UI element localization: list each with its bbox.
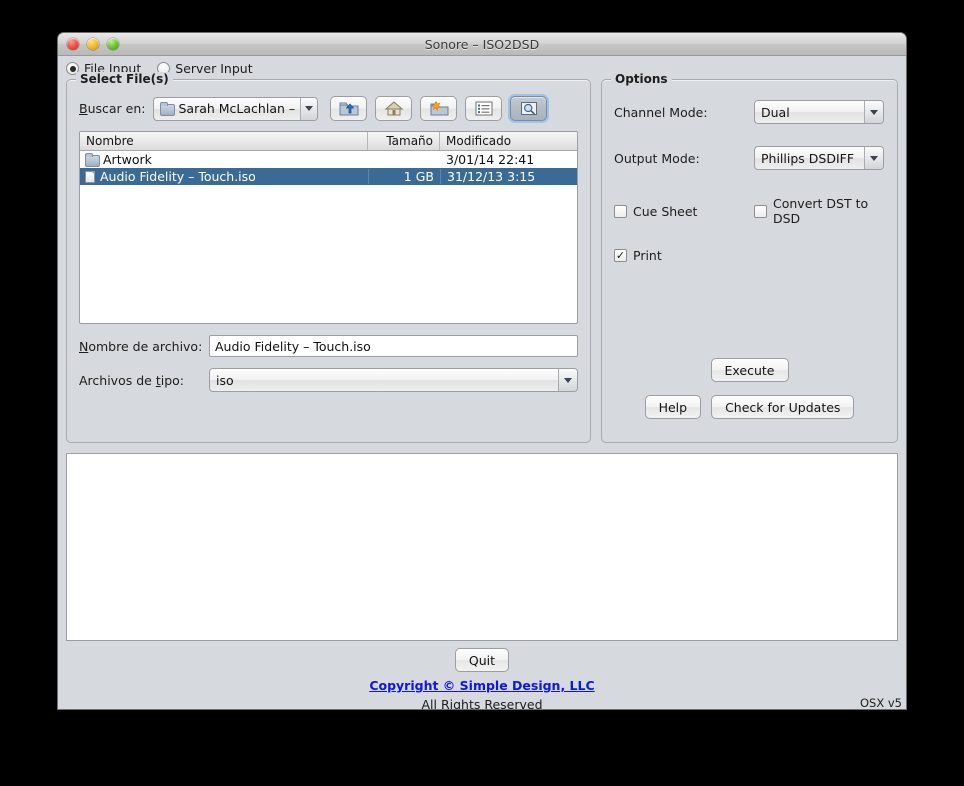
execute-row: Execute (602, 358, 897, 382)
channel-mode-combo[interactable]: Dual (754, 100, 884, 124)
input-mode-radio-group: File Input Server Input (58, 56, 906, 79)
chevron-down-icon[interactable] (864, 147, 883, 169)
log-output-area[interactable] (66, 453, 898, 641)
file-name-input-value: Audio Fidelity – Touch.iso (215, 338, 371, 354)
file-type-combo[interactable]: iso (209, 368, 578, 392)
minimize-button[interactable] (87, 38, 99, 50)
new-folder-icon[interactable] (420, 96, 458, 121)
quit-button[interactable]: Quit (454, 648, 510, 672)
look-in-combo[interactable]: Sarah McLachlan – ... (153, 96, 319, 121)
chevron-down-icon[interactable] (558, 369, 577, 391)
file-size-cell: 1 GB (368, 169, 440, 184)
file-name-text: Audio Fidelity – Touch.iso (100, 169, 256, 184)
window-title-bar[interactable]: Sonore – ISO2DSD (58, 33, 906, 56)
window-title: Sonore – ISO2DSD (424, 36, 540, 52)
file-name-input[interactable]: Audio Fidelity – Touch.iso (209, 335, 578, 357)
folder-icon (85, 153, 100, 167)
column-header-size[interactable]: Tamaño (368, 132, 440, 150)
print-checkbox-box: ✓ (614, 249, 627, 262)
table-row[interactable]: Artwork 3/01/14 22:41 (80, 151, 577, 168)
cue-sheet-label: Cue Sheet (633, 203, 698, 219)
channel-mode-row: Channel Mode: Dual (614, 100, 885, 124)
select-files-panel: Select File(s) Buscar en: Sarah McLachla… (66, 72, 591, 443)
cue-sheet-checkbox[interactable]: Cue Sheet (614, 196, 754, 226)
column-header-modified[interactable]: Modificado (440, 132, 577, 150)
file-list-table[interactable]: Nombre Tamaño Modificado Artwork 3/01/14… (79, 131, 578, 324)
footer: Quit Copyright © Simple Design, LLC All … (58, 641, 906, 709)
file-type-value: iso (216, 372, 234, 388)
output-mode-value: Phillips DSDIFF (761, 150, 855, 166)
file-name-cell: Audio Fidelity – Touch.iso (80, 169, 368, 184)
options-title: Options (611, 72, 672, 86)
channel-mode-label: Channel Mode: (614, 104, 708, 120)
file-name-cell: Artwork (80, 152, 368, 167)
chevron-down-icon[interactable] (300, 97, 318, 120)
list-view-icon[interactable] (465, 96, 503, 121)
home-icon[interactable] (375, 96, 413, 121)
file-modified-cell: 3/01/14 22:41 (446, 152, 535, 167)
up-folder-glyph (339, 102, 359, 116)
help-button[interactable]: Help (644, 395, 702, 419)
output-mode-combo[interactable]: Phillips DSDIFF (754, 146, 884, 170)
output-mode-row: Output Mode: Phillips DSDIFF (614, 146, 885, 170)
file-type-row: Archivos de tipo: iso (79, 368, 578, 392)
print-label: Print (633, 248, 662, 263)
details-view-icon[interactable] (510, 96, 548, 121)
file-chooser-toolbar (330, 96, 548, 121)
list-view-glyph (475, 101, 493, 116)
print-checkbox[interactable]: ✓ Print (614, 248, 885, 263)
look-in-value: Sarah McLachlan – ... (178, 101, 301, 116)
column-header-name[interactable]: Nombre (80, 132, 368, 150)
cue-sheet-checkbox-box (614, 204, 627, 218)
window-controls (67, 38, 119, 50)
table-row[interactable]: Audio Fidelity – Touch.iso 1 GB 31/12/13… (80, 168, 577, 185)
up-folder-icon[interactable] (330, 96, 368, 121)
check-for-updates-button[interactable]: Check for Updates (711, 395, 855, 419)
file-name-row: Nombre de archivo: Audio Fidelity – Touc… (79, 335, 578, 357)
application-window: Sonore – ISO2DSD File Input Server Input… (58, 33, 906, 709)
output-mode-label: Output Mode: (614, 150, 700, 166)
details-view-glyph (520, 102, 537, 115)
desktop-background: Sonore – ISO2DSD File Input Server Input… (0, 0, 964, 786)
channel-mode-value: Dual (761, 104, 790, 120)
home-glyph (384, 101, 404, 116)
look-in-combo-content: Sarah McLachlan – ... (154, 101, 300, 116)
file-name-label: Nombre de archivo: (79, 338, 203, 354)
execute-button[interactable]: Execute (710, 358, 789, 382)
radio-server-input-label: Server Input (175, 61, 253, 76)
look-in-label: Buscar en: (79, 101, 146, 116)
file-icon (85, 170, 95, 183)
copyright-link[interactable]: Copyright © Simple Design, LLC (369, 678, 594, 693)
convert-dst-checkbox-box (754, 204, 767, 218)
options-panel: Options Channel Mode: Dual Output Mode: … (601, 72, 898, 443)
look-in-row: Buscar en: Sarah McLachlan – ... (79, 96, 578, 121)
file-name-text: Artwork (103, 152, 152, 167)
close-button[interactable] (67, 38, 79, 50)
version-label: OSX v5 (859, 696, 902, 709)
help-row: Help Check for Updates (602, 395, 897, 419)
folder-icon (160, 102, 176, 116)
convert-dst-checkbox[interactable]: Convert DST to DSD (754, 196, 885, 226)
select-files-title: Select File(s) (76, 72, 173, 86)
file-modified-cell: 31/12/13 3:15 (440, 169, 577, 184)
checkbox-row: Cue Sheet Convert DST to DSD (614, 196, 885, 226)
new-folder-glyph (430, 100, 449, 116)
convert-dst-label: Convert DST to DSD (773, 196, 869, 226)
file-type-label: Archivos de tipo: (79, 372, 185, 388)
file-table-header: Nombre Tamaño Modificado (80, 132, 577, 151)
chevron-down-icon[interactable] (864, 101, 883, 123)
window-content: File Input Server Input Select File(s) B… (58, 56, 906, 709)
zoom-button[interactable] (107, 38, 119, 50)
all-rights-reserved-text: All Rights Reserved (421, 697, 543, 709)
panels-row: Select File(s) Buscar en: Sarah McLachla… (58, 72, 906, 443)
